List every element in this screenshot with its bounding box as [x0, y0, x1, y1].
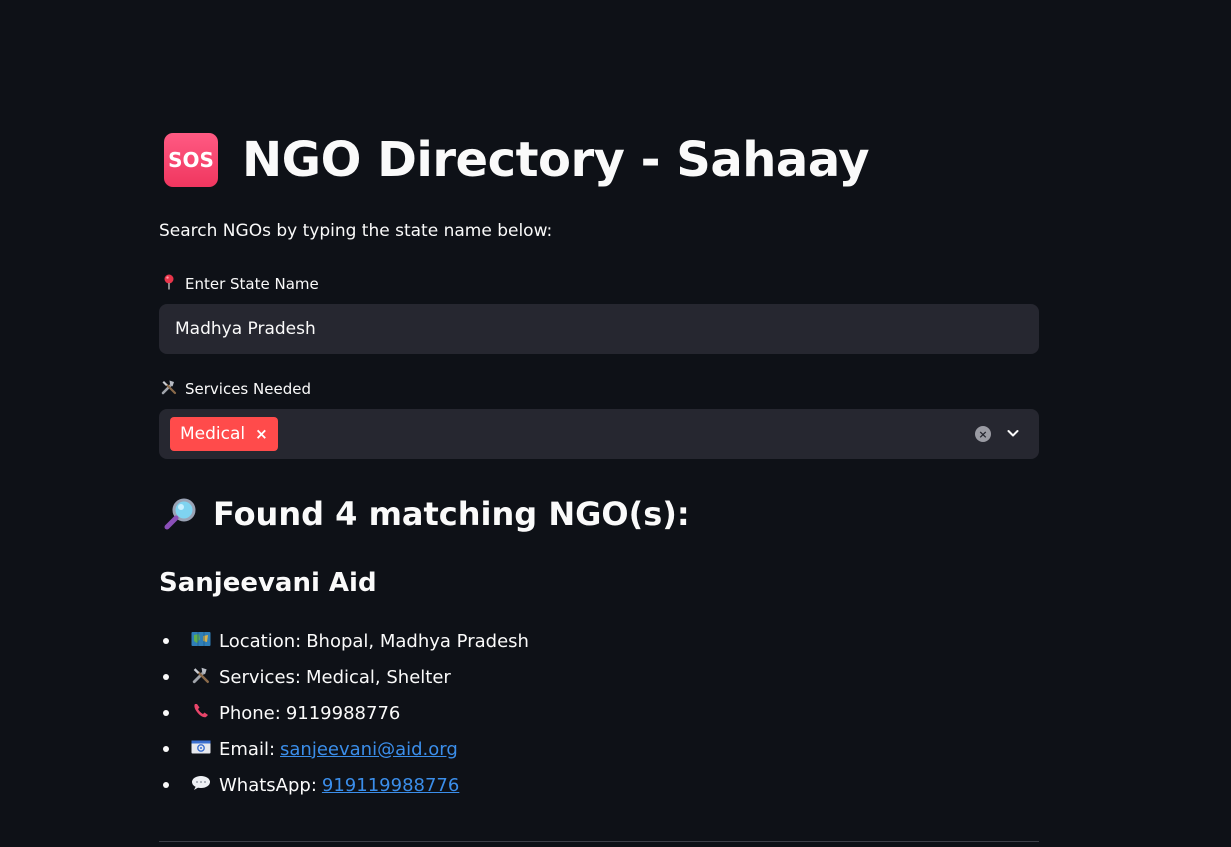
state-input-value: Madhya Pradesh [175, 319, 316, 339]
clear-all-icon[interactable]: × [975, 426, 991, 442]
ngo-details-list: Location: Bhopal, Madhya Pradesh Service… [159, 623, 529, 803]
whatsapp-label: WhatsApp: [219, 774, 317, 796]
list-item-location: Location: Bhopal, Madhya Pradesh [159, 623, 529, 659]
state-input-label-text: Enter State Name [185, 275, 319, 293]
tools-icon [161, 379, 177, 399]
map-icon [190, 631, 212, 651]
sos-icon: SOS [164, 133, 218, 187]
location-value: Bhopal, Madhya Pradesh [306, 630, 529, 652]
results-heading-text: Found 4 matching NGO(s): [213, 495, 690, 533]
chevron-down-icon[interactable] [1005, 425, 1021, 441]
services-label: Services: [219, 666, 301, 688]
phone-value: 9119988776 [285, 702, 401, 724]
list-item-phone: Phone: 9119988776 [159, 695, 529, 731]
page-title-text: NGO Directory - Sahaay [242, 132, 870, 188]
phone-label: Phone: [219, 702, 281, 724]
services-select-label-text: Services Needed [185, 380, 311, 398]
divider [159, 841, 1039, 842]
selected-tag-medical: Medical × [170, 417, 278, 451]
services-multiselect[interactable]: Medical × × [159, 409, 1039, 459]
services-select-label: Services Needed [161, 379, 311, 399]
whatsapp-link[interactable]: 919119988776 [322, 775, 459, 796]
page-subtitle: Search NGOs by typing the state name bel… [159, 221, 553, 241]
phone-icon [190, 702, 212, 724]
email-icon [190, 740, 212, 758]
list-item-email: Email: sanjeevani@aid.org [159, 731, 529, 767]
state-input-label: Enter State Name [161, 274, 319, 294]
tools-icon [190, 666, 212, 688]
pin-icon [161, 274, 177, 294]
list-item-whatsapp: WhatsApp: 919119988776 [159, 767, 529, 803]
email-label: Email: [219, 738, 276, 760]
page-title: SOS NGO Directory - Sahaay [164, 132, 870, 188]
services-value: Medical, Shelter [305, 666, 451, 688]
location-label: Location: [219, 630, 302, 652]
ngo-name: Sanjeevani Aid [159, 568, 377, 598]
tag-label: Medical [180, 424, 246, 444]
speech-bubble-icon [190, 775, 212, 795]
remove-tag-icon[interactable]: × [255, 425, 268, 443]
results-heading: Found 4 matching NGO(s): [163, 495, 690, 533]
email-link[interactable]: sanjeevani@aid.org [280, 739, 458, 760]
state-input[interactable]: Madhya Pradesh [159, 304, 1039, 354]
magnifier-icon [163, 496, 199, 532]
list-item-services: Services: Medical, Shelter [159, 659, 529, 695]
